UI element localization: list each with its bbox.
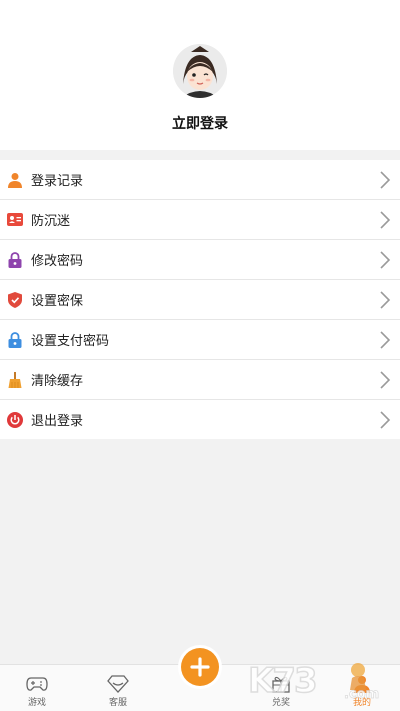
menu-item-security-question[interactable]: 设置密保 [0, 280, 400, 320]
menu-item-label: 设置密保 [31, 294, 84, 309]
plus-icon [190, 657, 210, 677]
profile-header: 立即登录 [0, 0, 400, 150]
chevron-right-icon [380, 411, 391, 429]
login-link[interactable]: 立即登录 [0, 113, 400, 133]
chevron-right-icon [380, 171, 391, 189]
broom-icon [7, 371, 23, 388]
chevron-right-icon [380, 371, 391, 389]
user-icon [354, 676, 370, 693]
tab-label: 游戏 [27, 698, 46, 708]
menu-item-label: 设置支付密码 [31, 334, 110, 349]
power-icon [7, 411, 23, 428]
chevron-right-icon [380, 251, 391, 269]
avatar[interactable] [173, 44, 227, 98]
tab-redeem[interactable]: 兑奖 [251, 665, 311, 711]
menu-item-label: 清除缓存 [31, 374, 84, 389]
add-button[interactable] [181, 648, 219, 686]
menu-item-change-password[interactable]: 修改密码 [0, 240, 400, 280]
tab-label: 客服 [108, 698, 127, 708]
avatar-face-icon [173, 44, 227, 98]
lock-icon [7, 251, 23, 268]
tab-games[interactable]: 游戏 [7, 665, 67, 711]
chevron-right-icon [380, 331, 391, 349]
chevron-right-icon [380, 291, 391, 309]
person-icon [7, 172, 23, 188]
diamond-icon [107, 675, 129, 693]
menu-item-payment-password[interactable]: 设置支付密码 [0, 320, 400, 360]
menu-item-label: 修改密码 [31, 254, 84, 269]
menu-item-logout[interactable]: 退出登录 [0, 400, 400, 439]
settings-menu: 登录记录 防沉迷 修改密码 设置密保 设置支付密码 清除缓存 退出登录 [0, 160, 400, 439]
tab-customer-service[interactable]: 客服 [88, 665, 148, 711]
chevron-right-icon [380, 211, 391, 229]
menu-item-anti-addiction[interactable]: 防沉迷 [0, 200, 400, 240]
lock-icon [7, 331, 23, 348]
menu-item-label: 防沉迷 [31, 214, 71, 229]
gamepad-icon [26, 677, 48, 691]
menu-item-label: 登录记录 [31, 174, 84, 189]
shield-icon [7, 291, 23, 308]
gift-icon [272, 676, 290, 693]
tab-label: 我的 [352, 698, 371, 708]
menu-item-clear-cache[interactable]: 清除缓存 [0, 360, 400, 400]
menu-item-login-records[interactable]: 登录记录 [0, 160, 400, 200]
tab-label: 兑奖 [271, 698, 290, 708]
menu-item-label: 退出登录 [31, 414, 84, 429]
tab-mine[interactable]: 我的 [332, 665, 392, 711]
id-card-icon [7, 212, 23, 228]
